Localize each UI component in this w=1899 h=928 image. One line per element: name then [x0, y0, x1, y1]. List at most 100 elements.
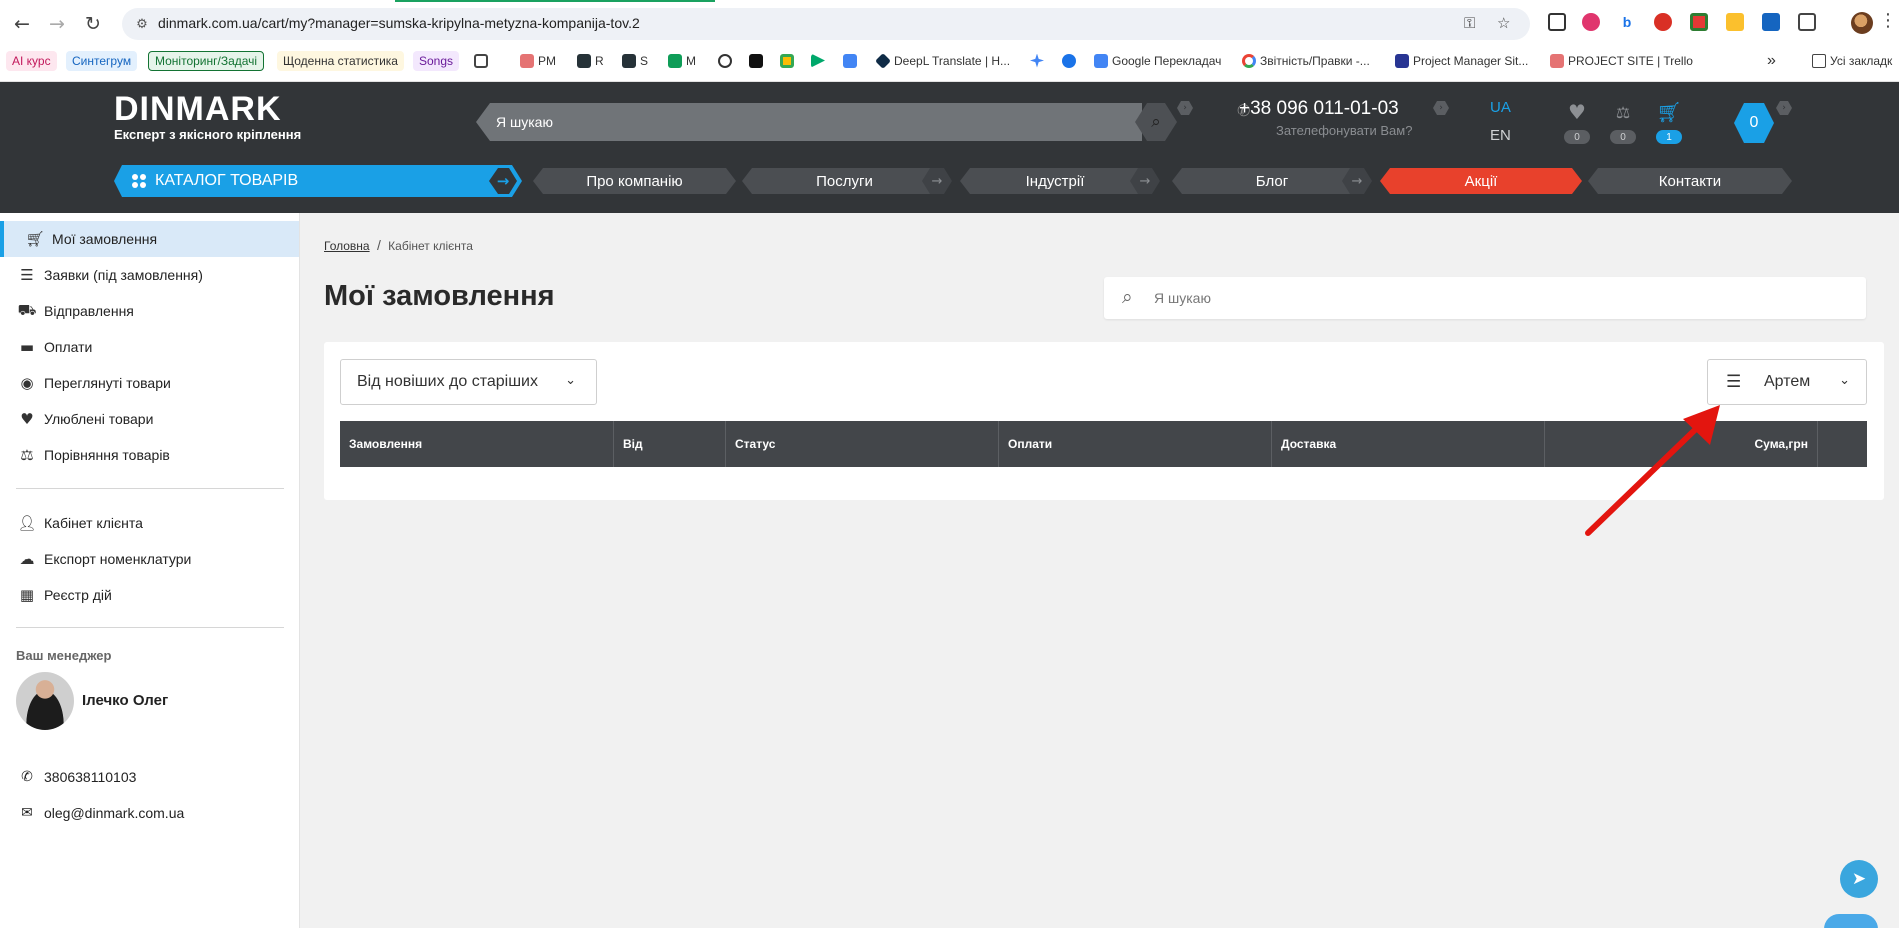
- address-bar[interactable]: ⚙ dinmark.com.ua/cart/my?manager=sumska-…: [122, 8, 1530, 40]
- chevron-down-icon: ⌄: [1839, 373, 1850, 388]
- truck-icon: ⛟: [17, 301, 37, 319]
- phone-arrow-icon[interactable]: ›: [1433, 101, 1449, 115]
- column-header-actions: [1818, 421, 1867, 467]
- menu-promotions[interactable]: Акції: [1380, 168, 1582, 194]
- bookmark-favicon: [811, 53, 825, 68]
- sidebar-item-favorites[interactable]: ♥ Улюблені товари: [0, 401, 299, 437]
- password-key-icon[interactable]: ⚿: [1464, 14, 1475, 32]
- profile-avatar[interactable]: [1851, 12, 1873, 34]
- sidebar-item-requests[interactable]: ☰ Заявки (під замовлення): [0, 257, 299, 293]
- bookmark-favicon: [1062, 53, 1076, 68]
- column-header-delivery[interactable]: Доставка: [1272, 421, 1545, 467]
- bookmark[interactable]: PM: [520, 50, 556, 71]
- bookmark[interactable]: DeepL Translate | H...: [875, 50, 1010, 71]
- more-bookmarks-icon[interactable]: »: [1767, 50, 1776, 71]
- account-badge[interactable]: 0: [1734, 103, 1774, 143]
- extension-b-icon[interactable]: b: [1618, 13, 1636, 31]
- back-icon[interactable]: ←: [10, 12, 34, 36]
- bookmark[interactable]: [718, 50, 732, 71]
- bookmark[interactable]: Синтегрум: [66, 50, 138, 71]
- bookmark[interactable]: Моніторинг/Задачі: [148, 50, 265, 71]
- all-bookmarks[interactable]: Усі закладк: [1812, 50, 1892, 71]
- menu-about[interactable]: Про компанію: [533, 168, 736, 194]
- dinmark-logo[interactable]: DINMARK Експерт з якісного кріплення: [114, 92, 301, 142]
- search-arrow-icon[interactable]: ›: [1177, 101, 1193, 115]
- bookmark[interactable]: [811, 50, 825, 71]
- lang-ua[interactable]: UA: [1490, 99, 1511, 116]
- menu-industries[interactable]: Індустрії: [960, 168, 1150, 194]
- bookmark[interactable]: Songs: [413, 50, 460, 71]
- column-header-payments[interactable]: Оплати: [999, 421, 1272, 467]
- breadcrumb-home[interactable]: Головна: [324, 239, 370, 253]
- compare-count: 0: [1610, 130, 1636, 144]
- account-arrow-icon[interactable]: ›: [1776, 101, 1792, 115]
- manager-phone[interactable]: ✆ 380638110103: [0, 764, 299, 790]
- extension-translate-icon[interactable]: [1726, 13, 1744, 31]
- bookmark[interactable]: Щоденна статистика: [277, 50, 404, 71]
- column-header-status[interactable]: Статус: [726, 421, 999, 467]
- browser-menu-icon[interactable]: ⋮: [1879, 10, 1897, 31]
- bookmark-star-icon[interactable]: ☆: [1497, 14, 1510, 32]
- sidebar-item-label: Реєстр дій: [44, 587, 112, 603]
- sidebar-item-compare[interactable]: ⚖ Порівняння товарів: [0, 437, 299, 473]
- bookmark[interactable]: Google Перекладач: [1094, 50, 1221, 71]
- bookmark[interactable]: [780, 50, 794, 71]
- apps-grid-icon[interactable]: [474, 50, 488, 71]
- sitemap-icon: ▦: [19, 586, 35, 604]
- favorites-count: 0: [1564, 130, 1590, 144]
- bookmark[interactable]: S: [622, 50, 648, 71]
- header-phone[interactable]: +38 096 011-01-03: [1239, 98, 1399, 120]
- manager-name: Ілечко Олег: [82, 692, 169, 709]
- extension-record-icon[interactable]: [1690, 13, 1708, 31]
- folder-icon: [1812, 53, 1826, 68]
- sidebar-item-client-cabinet[interactable]: 👤︎ Кабінет клієнта: [0, 505, 299, 541]
- bookmark[interactable]: [1030, 50, 1044, 71]
- scales-icon: ⚖: [20, 446, 34, 464]
- sidebar-item-payments[interactable]: ▬ Оплати: [0, 329, 299, 365]
- sidebar-item-label: Оплати: [44, 339, 93, 355]
- sidebar-item-export[interactable]: ☁ Експорт номенклатури: [0, 541, 299, 577]
- compare-icon[interactable]: ⚖: [1610, 103, 1636, 122]
- menu-services[interactable]: Послуги: [742, 168, 947, 194]
- reload-icon[interactable]: ↻: [81, 12, 105, 36]
- user-icon: 👤︎: [17, 514, 37, 532]
- extension-image-icon[interactable]: [1548, 13, 1566, 31]
- search-icon: ⌕: [1122, 286, 1133, 308]
- extension-flag-icon[interactable]: [1762, 13, 1780, 31]
- catalog-button[interactable]: КАТАЛОГ ТОВАРІВ: [114, 165, 494, 197]
- bookmark[interactable]: Project Manager Sit...: [1395, 50, 1528, 71]
- mail-icon: ✉: [21, 805, 33, 821]
- manager-filter-value: Артем: [1764, 373, 1811, 390]
- orders-search-input[interactable]: ⌕ Я шукаю: [1104, 277, 1866, 319]
- favorites-heart-icon[interactable]: ♥: [1564, 100, 1590, 124]
- callback-link[interactable]: Зателефонувати Вам?: [1276, 123, 1412, 138]
- manager-email[interactable]: ✉ oleg@dinmark.com.ua: [0, 800, 299, 826]
- menu-contacts[interactable]: Контакти: [1588, 168, 1792, 194]
- extensions-puzzle-icon[interactable]: [1798, 13, 1816, 31]
- sort-select[interactable]: Від новіших до старіших ⌄: [340, 359, 597, 405]
- sidebar-item-action-log[interactable]: ▦ Реєстр дій: [0, 577, 299, 613]
- bookmark[interactable]: Звітність/Правки -...: [1242, 50, 1370, 71]
- bookmark[interactable]: [1062, 50, 1076, 71]
- site-info-icon[interactable]: ⚙: [133, 15, 151, 33]
- bookmark[interactable]: AI курс: [6, 50, 57, 71]
- url-text[interactable]: dinmark.com.ua/cart/my?manager=sumska-kr…: [158, 15, 640, 31]
- lang-en[interactable]: EN: [1490, 127, 1511, 144]
- sidebar-item-my-orders[interactable]: 🛒︎ Мої замовлення: [0, 221, 299, 257]
- sidebar-item-viewed[interactable]: ◉ Переглянуті товари: [0, 365, 299, 401]
- bookmark[interactable]: [749, 50, 763, 71]
- bookmark[interactable]: M: [668, 50, 696, 71]
- column-header-from[interactable]: Від: [614, 421, 726, 467]
- sidebar-item-shipments[interactable]: ⛟ Відправлення: [0, 293, 299, 329]
- header-search-input[interactable]: Я шукаю: [476, 103, 1142, 141]
- bookmark[interactable]: [843, 50, 857, 71]
- telegram-icon[interactable]: ➤: [1840, 860, 1878, 898]
- column-header-order[interactable]: Замовлення: [340, 421, 614, 467]
- bookmark[interactable]: PROJECT SITE | Trello: [1550, 50, 1693, 71]
- chat-widget-button[interactable]: [1824, 914, 1878, 928]
- extension-u-icon[interactable]: [1582, 13, 1600, 31]
- bookmark[interactable]: R: [577, 50, 604, 71]
- extension-s-icon[interactable]: [1654, 13, 1672, 31]
- cart-icon[interactable]: 🛒︎: [1656, 100, 1682, 124]
- forward-icon[interactable]: →: [45, 12, 69, 36]
